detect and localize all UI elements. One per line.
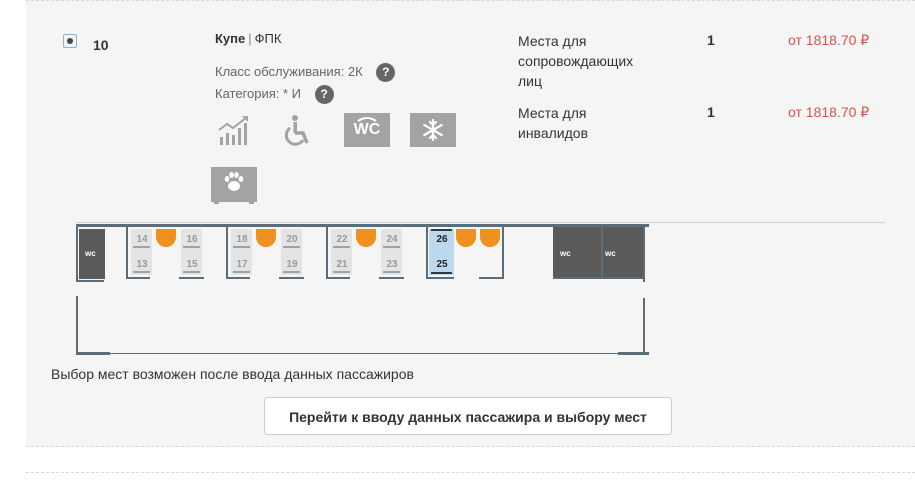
wc-label-rear-2: wc xyxy=(605,249,616,258)
wc-label-front: wc xyxy=(85,249,96,258)
seat-13: 13 xyxy=(136,259,148,270)
car-type: Купе | ФПК xyxy=(215,31,281,46)
seat-selection-note: Выбор мест возможен после ввода данных п… xyxy=(51,366,414,382)
tariff-price-disabled: от 1818.70 ₽ xyxy=(788,104,870,120)
seat-15: 15 xyxy=(186,259,198,270)
seat-18: 18 xyxy=(236,234,248,245)
category-row: Категория: * И ? xyxy=(215,85,334,104)
tariff-name-line: Места для xyxy=(518,33,587,49)
pet-transport-icon xyxy=(211,167,257,204)
wc-label-rear-1: wc xyxy=(560,249,571,258)
tariff-name-line: Места для xyxy=(518,105,587,121)
carrier-name: ФПК xyxy=(254,31,282,46)
seat-16: 16 xyxy=(186,234,198,245)
continue-to-passenger-data-button[interactable]: Перейти к вводу данных пассажира и выбор… xyxy=(264,397,672,435)
seat-25[interactable]: 25 xyxy=(432,259,452,270)
category-help-icon[interactable]: ? xyxy=(314,85,334,104)
section-divider xyxy=(76,222,885,223)
seat-17: 17 xyxy=(236,259,248,270)
tariff-name-escort: Места для сопровождающих лиц xyxy=(518,31,633,91)
seat-20: 20 xyxy=(286,234,298,245)
chart-icon xyxy=(216,113,250,147)
tariff-count-disabled: 1 xyxy=(707,104,715,120)
category-label: Категория: * И xyxy=(215,85,302,101)
tariff-count-escort: 1 xyxy=(707,32,715,48)
seat-26[interactable]: 26 xyxy=(432,234,452,245)
car-type-name: Купе xyxy=(215,31,246,46)
seat-21: 21 xyxy=(336,259,348,270)
seat-14: 14 xyxy=(136,234,148,245)
seat-24: 24 xyxy=(386,234,398,245)
car-type-separator: | xyxy=(248,31,252,46)
next-panel-border xyxy=(26,472,915,473)
car-number: 10 xyxy=(93,37,109,53)
tariff-name-line: сопровождающих xyxy=(518,53,634,69)
service-class-help-icon[interactable]: ? xyxy=(376,63,396,82)
wc-icon-label: WC xyxy=(353,121,381,138)
air-conditioning-icon xyxy=(410,113,456,147)
wc-icon: WC xyxy=(344,113,390,147)
seat-22: 22 xyxy=(336,234,348,245)
seat-19: 19 xyxy=(286,259,298,270)
service-class-row: Класс обслуживания: 2К ? xyxy=(215,63,396,82)
service-class-label: Класс обслуживания: 2К xyxy=(215,63,363,79)
tariff-price-escort: от 1818.70 ₽ xyxy=(788,32,870,48)
tariff-name-disabled: Места для инвалидов xyxy=(518,103,588,143)
tariff-name-line: инвалидов xyxy=(518,125,588,141)
tariff-name-line: лиц xyxy=(518,73,543,89)
wheelchair-icon xyxy=(281,113,315,147)
car-select-radio[interactable] xyxy=(63,34,77,48)
seat-23: 23 xyxy=(386,259,398,270)
